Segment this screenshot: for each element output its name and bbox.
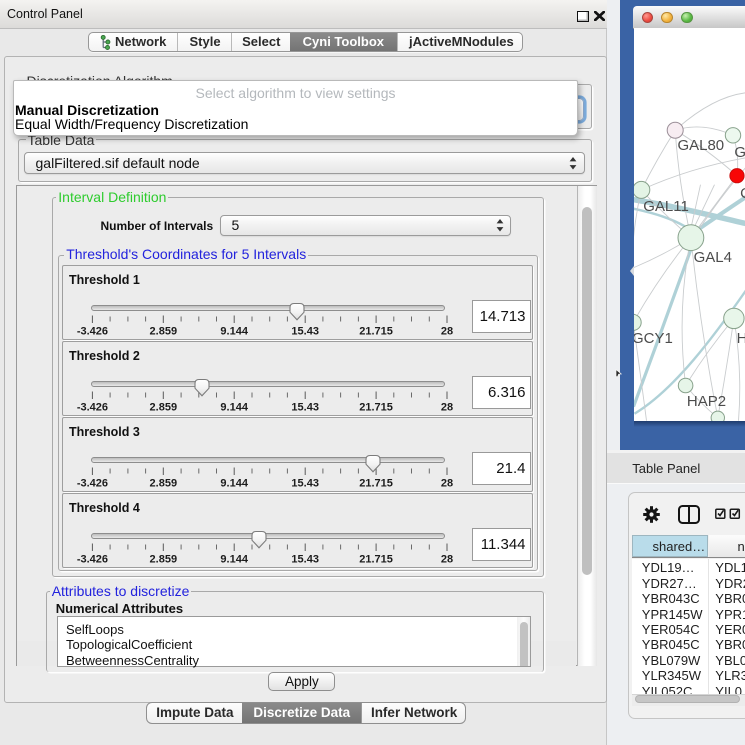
- svg-text:2.859: 2.859: [150, 326, 178, 338]
- svg-text:21.715: 21.715: [359, 478, 393, 490]
- svg-text:9.144: 9.144: [220, 478, 248, 490]
- svg-text:-3.426: -3.426: [77, 402, 108, 414]
- svg-text:15.43: 15.43: [291, 326, 319, 338]
- svg-text:GCY1: GCY1: [634, 330, 673, 347]
- svg-text:HIS: HIS: [736, 330, 745, 347]
- svg-text:GA: GA: [734, 144, 745, 161]
- svg-text:28: 28: [441, 326, 453, 338]
- svg-text:-3.426: -3.426: [77, 478, 108, 490]
- svg-text:2.859: 2.859: [150, 402, 178, 414]
- svg-text:15.43: 15.43: [291, 478, 319, 490]
- svg-text:2.859: 2.859: [150, 478, 178, 490]
- svg-text:GAL80: GAL80: [677, 137, 724, 154]
- svg-text:28: 28: [441, 402, 453, 414]
- svg-text:28: 28: [441, 478, 453, 490]
- svg-text:GAL4: GAL4: [693, 249, 731, 266]
- svg-text:C: C: [740, 185, 745, 202]
- svg-text:21.715: 21.715: [359, 402, 393, 414]
- svg-text:-3.426: -3.426: [77, 326, 108, 338]
- svg-text:9.144: 9.144: [220, 402, 248, 414]
- svg-text:21.715: 21.715: [359, 326, 393, 338]
- svg-text:9.144: 9.144: [220, 326, 248, 338]
- svg-text:15.43: 15.43: [291, 402, 319, 414]
- svg-text:15.43: 15.43: [291, 554, 319, 566]
- svg-text:21.715: 21.715: [359, 554, 393, 566]
- svg-text:9.144: 9.144: [220, 554, 248, 566]
- svg-text:GAL11: GAL11: [643, 198, 689, 215]
- svg-text:28: 28: [441, 554, 453, 566]
- svg-text:2.859: 2.859: [150, 554, 178, 566]
- svg-text:-3.426: -3.426: [77, 554, 108, 566]
- svg-text:HAP2: HAP2: [686, 393, 725, 410]
